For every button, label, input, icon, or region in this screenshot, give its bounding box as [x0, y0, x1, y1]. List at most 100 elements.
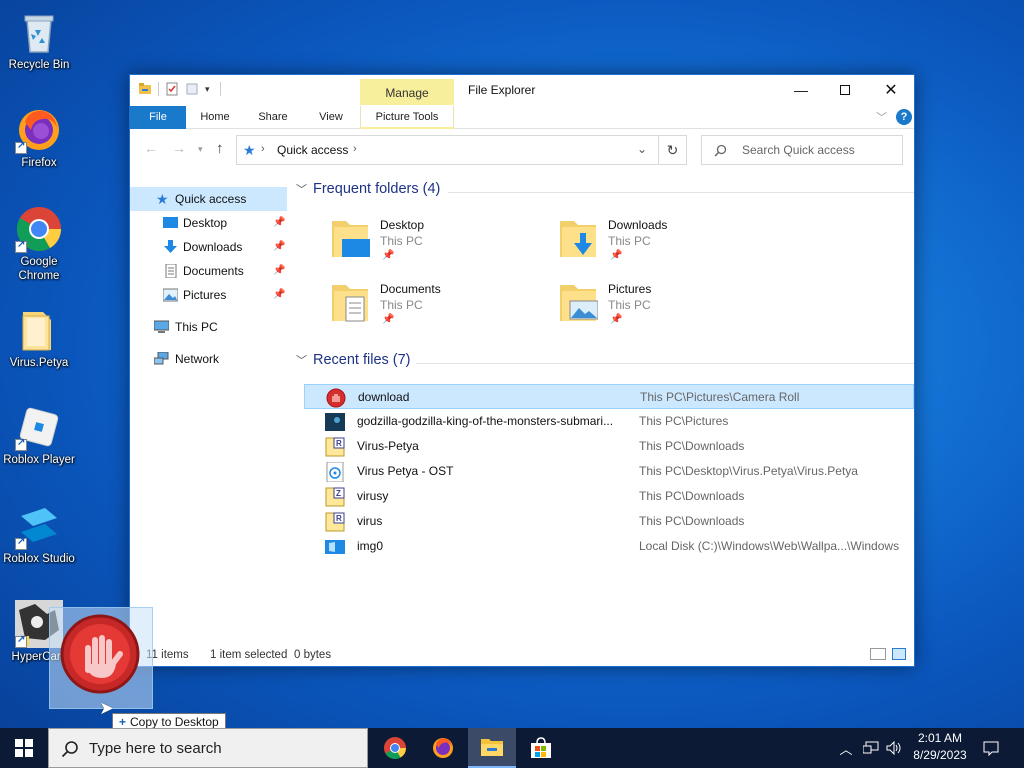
firefox-icon	[433, 738, 453, 758]
forward-arrow-icon[interactable]: →	[172, 140, 186, 156]
recent-locations-icon[interactable]: ▾	[198, 144, 203, 155]
file-row[interactable]: download This PC\Pictures\Camera Roll	[304, 384, 914, 409]
navigation-pane: ★ Quick access Desktop 📌 Downloads 📌 Doc…	[130, 185, 287, 645]
nav-item-quick-access[interactable]: ★ Quick access	[130, 187, 287, 211]
manage-tab[interactable]: Manage	[360, 79, 454, 105]
nav-item-pictures[interactable]: Pictures 📌	[130, 283, 287, 307]
file-name: virusy	[357, 489, 389, 503]
folder-name: Desktop	[380, 218, 425, 232]
pin-icon[interactable]: 📌	[273, 235, 285, 259]
pin-icon: 📌	[382, 314, 395, 325]
system-clock[interactable]: 2:01 AM 8/29/2023	[905, 730, 975, 764]
file-row[interactable]: Virus Petya - OST This PC\Desktop\Virus.…	[304, 459, 914, 484]
svg-text:R: R	[336, 439, 342, 448]
taskbar-chrome[interactable]	[371, 728, 419, 768]
file-row[interactable]: R Virus-Petya This PC\Downloads	[304, 434, 914, 459]
new-folder-icon[interactable]	[185, 82, 199, 96]
stop-hand-icon	[60, 614, 140, 694]
pin-icon[interactable]: 📌	[273, 283, 285, 307]
taskbar-search-box[interactable]: Type here to search	[48, 728, 368, 768]
folder-tile-pictures[interactable]: Pictures This PC 📌	[560, 281, 780, 339]
start-button[interactable]	[0, 728, 48, 768]
taskbar-firefox[interactable]	[419, 728, 467, 768]
tab-share[interactable]: Share	[250, 106, 296, 129]
details-view-icon[interactable]	[870, 648, 886, 660]
file-row[interactable]: img0 Local Disk (C:)\Windows\Web\Wallpa.…	[304, 534, 914, 559]
desktop-icon-firefox[interactable]: Firefox	[0, 106, 78, 170]
tab-file[interactable]: File	[130, 106, 186, 129]
back-arrow-icon[interactable]: ←	[144, 140, 158, 156]
taskbar-file-explorer[interactable]	[468, 728, 516, 768]
minimize-button[interactable]: —	[778, 75, 824, 105]
file-location: This PC\Downloads	[639, 439, 745, 453]
tab-view[interactable]: View	[308, 106, 354, 129]
help-icon[interactable]: ?	[896, 109, 912, 125]
breadcrumb[interactable]: Quick access	[277, 143, 348, 157]
taskbar-search-input[interactable]: Type here to search	[89, 740, 222, 757]
file-name: download	[358, 390, 410, 404]
group-header-recent[interactable]: ﹀ Recent files (7)	[296, 352, 411, 368]
file-explorer-icon	[481, 739, 503, 756]
network-tray-icon[interactable]	[860, 728, 882, 768]
pin-icon[interactable]: 📌	[273, 211, 285, 235]
zip-archive-icon: Z	[325, 487, 345, 507]
search-icon	[61, 741, 78, 758]
refresh-button[interactable]: ↻	[659, 135, 687, 165]
large-icons-view-icon[interactable]	[892, 648, 906, 660]
chevron-down-icon[interactable]: ⌄	[637, 142, 647, 156]
tab-home[interactable]: Home	[192, 106, 238, 129]
folder-location: This PC	[380, 234, 423, 248]
desktop-icon-virus-petya[interactable]: Virus.Petya	[0, 306, 78, 370]
search-box[interactable]: Search Quick access	[701, 135, 903, 165]
maximize-button[interactable]	[822, 75, 868, 105]
file-row[interactable]: godzilla-godzilla-king-of-the-monsters-s…	[304, 409, 914, 434]
search-input[interactable]: Search Quick access	[742, 143, 855, 157]
nav-item-this-pc[interactable]: This PC	[130, 315, 287, 339]
nav-item-desktop[interactable]: Desktop 📌	[130, 211, 287, 235]
file-row[interactable]: Z virusy This PC\Downloads	[304, 484, 914, 509]
pin-icon: 📌	[610, 314, 623, 325]
folder-tile-documents[interactable]: Documents This PC 📌	[332, 281, 552, 339]
document-icon	[165, 264, 177, 278]
taskbar-store[interactable]	[517, 728, 565, 768]
audio-file-icon	[326, 462, 344, 482]
folder-tile-downloads[interactable]: Downloads This PC 📌	[560, 217, 780, 275]
clock-date: 8/29/2023	[913, 748, 967, 762]
properties-icon[interactable]	[165, 82, 179, 96]
speaker-icon	[886, 741, 901, 755]
action-center-button[interactable]	[980, 728, 1002, 768]
group-header-frequent[interactable]: ﹀ Frequent folders (4)	[296, 181, 440, 197]
desktop-icon	[163, 217, 178, 228]
tab-picture-tools[interactable]: Picture Tools	[360, 106, 454, 129]
clock-time: 2:01 AM	[917, 731, 963, 745]
address-bar[interactable]: ★ › Quick access › ⌄	[236, 135, 659, 165]
nav-item-downloads[interactable]: Downloads 📌	[130, 235, 287, 259]
desktop-icon-roblox-studio[interactable]: Roblox Studio	[0, 502, 78, 566]
file-row[interactable]: R virus This PC\Downloads	[304, 509, 914, 534]
qat-dropdown-icon[interactable]: ▾	[205, 84, 210, 95]
nav-item-documents[interactable]: Documents 📌	[130, 259, 287, 283]
desktop-icon-recycle-bin[interactable]: Recycle Bin	[0, 8, 78, 72]
nav-item-label: Network	[175, 352, 220, 366]
pin-icon[interactable]: 📌	[273, 259, 285, 283]
svg-text:Z: Z	[336, 489, 341, 498]
desktop-icon-chrome[interactable]: Google Chrome	[0, 205, 78, 283]
roblox-studio-icon	[15, 502, 63, 550]
nav-item-network[interactable]: Network	[130, 347, 287, 371]
computer-icon	[154, 320, 169, 333]
desktop-icon-roblox-player[interactable]: Roblox Player	[0, 403, 78, 467]
shortcut-arrow-icon	[15, 140, 27, 154]
desktop-icon-label: Firefox	[21, 157, 57, 169]
separator	[158, 82, 159, 96]
show-hidden-icons-chevron-icon[interactable]: ︿	[836, 728, 856, 768]
chevron-right-icon[interactable]: ›	[353, 143, 357, 155]
expand-ribbon-icon[interactable]: ﹀	[876, 109, 887, 125]
folder-name: Pictures	[608, 282, 652, 296]
chrome-icon	[15, 205, 63, 253]
folder-tile-desktop[interactable]: Desktop This PC 📌	[332, 217, 552, 275]
recycle-bin-icon	[15, 8, 63, 56]
volume-tray-icon[interactable]	[884, 728, 904, 768]
up-arrow-icon[interactable]: ↑	[216, 140, 224, 157]
address-bar-row: ← → ▾ ↑ ★ › Quick access › ⌄ ↻ Search Qu…	[130, 132, 914, 168]
close-button[interactable]: ✕	[868, 75, 914, 105]
